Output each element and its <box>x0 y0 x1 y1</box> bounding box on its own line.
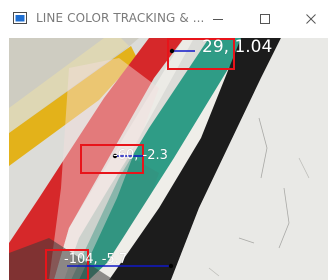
camera-feed: 29, 1.04 -60, -2.3 -104, -5.7 <box>9 38 328 280</box>
minimize-button[interactable] <box>201 4 235 34</box>
maximize-icon <box>260 14 270 24</box>
centroid-dot <box>169 48 175 54</box>
app-window-icon <box>13 12 27 24</box>
detection-label: 29, 1.04 <box>202 38 273 57</box>
close-button[interactable] <box>294 4 328 34</box>
detection-label: -60, -2.3 <box>113 148 168 163</box>
app-window: LINE COLOR TRACKING & ... 29, 1.04 -60, … <box>0 0 328 280</box>
title-bar[interactable]: LINE COLOR TRACKING & ... <box>0 0 328 38</box>
window-title: LINE COLOR TRACKING & ... <box>36 11 205 25</box>
detection-label: -104, -5.7 <box>64 252 128 267</box>
centroid-dot <box>168 263 174 269</box>
maximize-button[interactable] <box>248 4 282 34</box>
close-icon <box>306 14 316 24</box>
minimize-icon <box>213 19 223 20</box>
camera-frame <box>9 38 328 280</box>
